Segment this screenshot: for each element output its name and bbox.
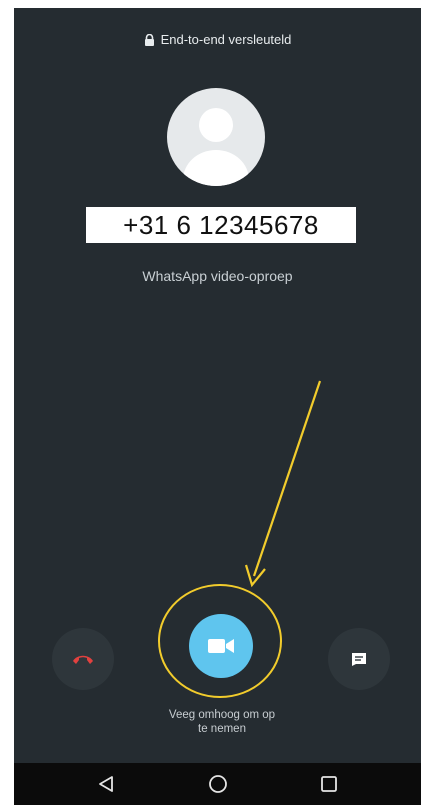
incoming-call-screen: End-to-end versleuteld +31 6 12345678 Wh… xyxy=(14,8,421,805)
encryption-banner: End-to-end versleuteld xyxy=(14,32,421,47)
encryption-text: End-to-end versleuteld xyxy=(160,32,292,47)
nav-recents-button[interactable] xyxy=(309,764,349,804)
home-circle-icon xyxy=(208,775,227,793)
lock-icon xyxy=(144,33,154,46)
phone-hangup-icon xyxy=(73,655,93,664)
system-navigation-bar xyxy=(14,763,421,805)
nav-back-button[interactable] xyxy=(86,764,126,804)
message-icon xyxy=(352,653,366,666)
caller-phone-number: +31 6 12345678 xyxy=(86,207,356,243)
default-avatar-icon xyxy=(183,108,249,186)
swipe-up-hint: Veeg omhoog om op te nemen xyxy=(132,708,312,736)
video-camera-icon xyxy=(208,639,234,653)
decline-call-button[interactable] xyxy=(52,628,114,690)
swipe-hint-line-1: Veeg omhoog om op xyxy=(168,709,276,721)
accept-video-call-button[interactable] xyxy=(189,614,253,678)
reply-with-message-button[interactable] xyxy=(328,628,390,690)
avatar xyxy=(167,88,265,186)
call-type-label: WhatsApp video-oproep xyxy=(142,268,293,284)
back-triangle-icon xyxy=(98,776,113,792)
recents-square-icon xyxy=(321,776,338,792)
nav-home-button[interactable] xyxy=(198,764,238,804)
swipe-hint-line-2: te nemen xyxy=(198,723,246,735)
